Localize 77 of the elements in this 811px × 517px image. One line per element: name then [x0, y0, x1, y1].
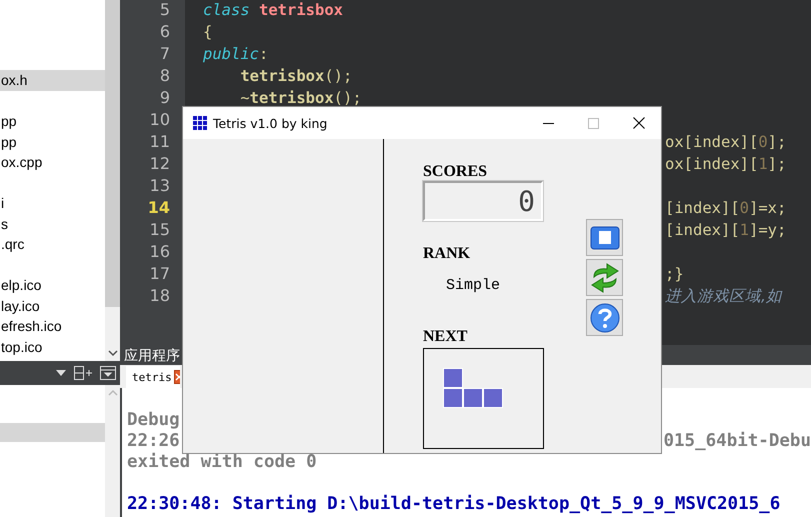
minimize-icon[interactable]: [543, 122, 554, 124]
dropdown-caret-icon[interactable]: [56, 370, 66, 376]
output-line: Debug: [127, 410, 180, 431]
code-token: 0: [740, 198, 749, 219]
file-tree-item[interactable]: ox.cpp: [0, 152, 105, 172]
line-number: 10: [148, 109, 171, 131]
code-token: ];: [768, 154, 786, 175]
line-number: 15: [148, 219, 171, 241]
stop-button[interactable]: [586, 219, 623, 256]
refresh-icon: [590, 262, 618, 292]
scrollbar-thumb[interactable]: [105, 0, 120, 307]
line-number: 7: [158, 43, 171, 65]
code-token: public: [203, 44, 259, 65]
code-token: ox[index][: [665, 132, 758, 153]
line-number: 11: [148, 131, 171, 153]
help-icon: [590, 302, 620, 332]
close-icon[interactable]: [174, 370, 180, 384]
scroll-down-icon[interactable]: [108, 350, 118, 357]
code-token: 0: [758, 132, 768, 153]
code-token: tetrisbox: [239, 66, 324, 87]
rank-value: Simple: [446, 277, 500, 294]
output-line: 015_64bit-Debu: [663, 431, 811, 452]
output-tab[interactable]: tetris: [126, 366, 180, 388]
line-number: 17: [148, 263, 171, 285]
line-number: 12: [148, 153, 171, 175]
restart-button[interactable]: [586, 259, 623, 296]
next-label: NEXT: [423, 328, 468, 346]
code-token: 进入游戏区域,如: [665, 286, 782, 307]
code-token: 1: [740, 220, 749, 241]
code-token: ();: [334, 88, 362, 109]
code-token: {: [203, 22, 212, 43]
scores-label: SCORES: [423, 163, 488, 181]
file-tree-item[interactable]: i: [0, 193, 105, 214]
code-token: [index][: [665, 220, 740, 241]
split-icon[interactable]: [74, 366, 92, 380]
line-number: 6: [158, 21, 171, 43]
code-token: tetrisbox: [250, 88, 334, 109]
window-title: Tetris v1.0 by king: [213, 116, 328, 130]
code-token: 1: [758, 154, 768, 175]
line-number: 18: [148, 285, 171, 307]
code-token: ~: [239, 88, 250, 109]
line-number: 14: [146, 197, 171, 219]
code-token: ox[index][: [665, 154, 758, 175]
code-token: ;}: [665, 264, 684, 285]
file-tree-item[interactable]: s: [0, 214, 105, 234]
line-number: 5: [158, 0, 171, 21]
collapse-icon[interactable]: [100, 366, 116, 380]
code-token: ]=y;: [749, 220, 786, 241]
line-number: 13: [148, 175, 171, 197]
code-token: :: [259, 44, 268, 65]
line-number: 9: [158, 87, 171, 109]
file-tree-item[interactable]: efresh.ico: [0, 316, 105, 336]
help-button[interactable]: [586, 299, 623, 336]
output-line: 22:30:48: Starting D:\build-tetris-Desktop_Qt_5_9_9_MSVC2015_6: [127, 494, 780, 515]
rank-label: RANK: [423, 245, 470, 263]
output-line: 22:26: [127, 431, 180, 452]
file-tree-item[interactable]: elp.ico: [0, 275, 105, 296]
code-token: [index][: [665, 198, 740, 219]
code-token: class: [203, 0, 250, 21]
app-grid-icon: [193, 116, 207, 130]
next-piece-drawing: [443, 368, 503, 408]
score-display: 0: [423, 181, 543, 221]
output-line: exited with code 0: [127, 452, 317, 473]
line-number: 16: [148, 241, 171, 263]
file-tree-item[interactable]: top.ico: [0, 336, 105, 357]
code-token: ();: [324, 66, 352, 87]
file-tree-item[interactable]: pp: [0, 111, 105, 132]
code-token: tetrisbox: [258, 0, 343, 21]
file-tree-item[interactable]: ox.h: [0, 70, 105, 90]
line-number: 8: [158, 65, 171, 87]
file-tree-item[interactable]: pp: [0, 132, 105, 152]
file-tree-item[interactable]: lay.ico: [0, 296, 105, 316]
code-token: ];: [768, 132, 786, 153]
close-icon[interactable]: [632, 117, 644, 129]
file-tree-item[interactable]: .qrc: [0, 234, 105, 254]
stop-icon: [590, 226, 620, 250]
code-token: ]=x;: [749, 198, 786, 219]
